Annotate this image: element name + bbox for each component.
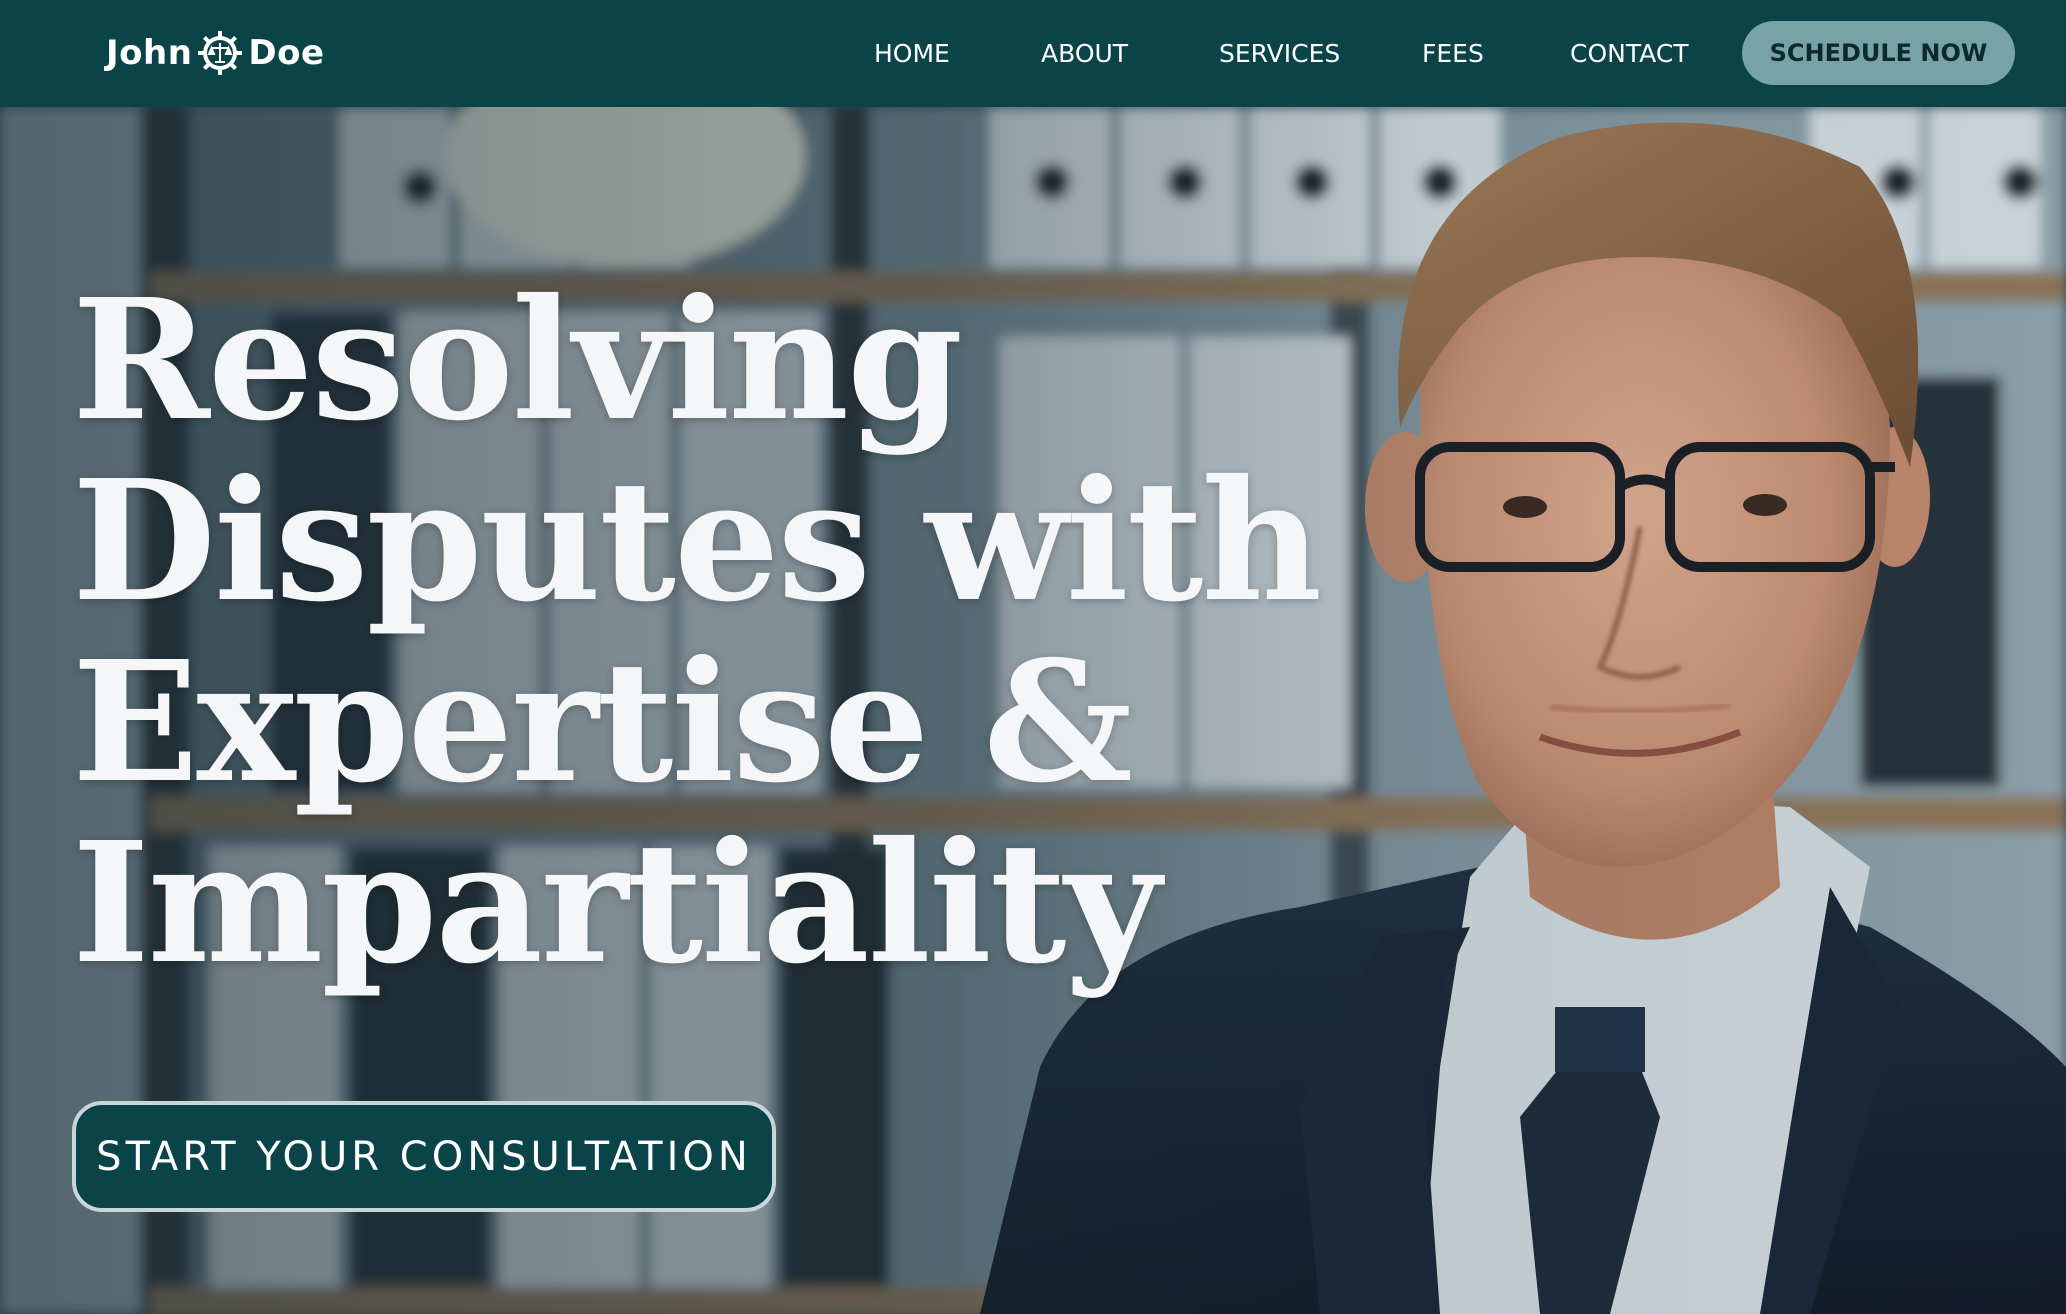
nav-item-fees[interactable]: FEES: [1422, 36, 1484, 72]
start-consultation-button[interactable]: START YOUR CONSULTATION: [72, 1101, 776, 1212]
nav-item-about[interactable]: ABOUT: [1041, 36, 1128, 72]
nav-item-services[interactable]: SERVICES: [1219, 36, 1340, 72]
headline-line-2: Disputes with: [72, 444, 1322, 639]
headline-line-4: Impartiality: [72, 806, 1161, 1001]
logo-text-doe: Doe: [248, 33, 325, 73]
nav-item-home[interactable]: HOME: [874, 36, 950, 72]
headline-line-3: Expertise &: [72, 625, 1133, 820]
scales-of-justice-gear-icon: [198, 31, 243, 75]
schedule-now-button[interactable]: SCHEDULE NOW: [1742, 21, 2015, 85]
headline-line-1: Resolving: [72, 263, 963, 458]
top-navigation-bar: John Doe HOME ABOUT SERVICES FEES CONTAC…: [0, 0, 2066, 107]
nav-item-contact[interactable]: CONTACT: [1570, 36, 1689, 72]
brand-logo[interactable]: John Doe: [106, 26, 325, 80]
hero-headline: Resolving Disputes with Expertise & Impa…: [72, 263, 1322, 1001]
logo-text-john: John: [106, 33, 193, 73]
